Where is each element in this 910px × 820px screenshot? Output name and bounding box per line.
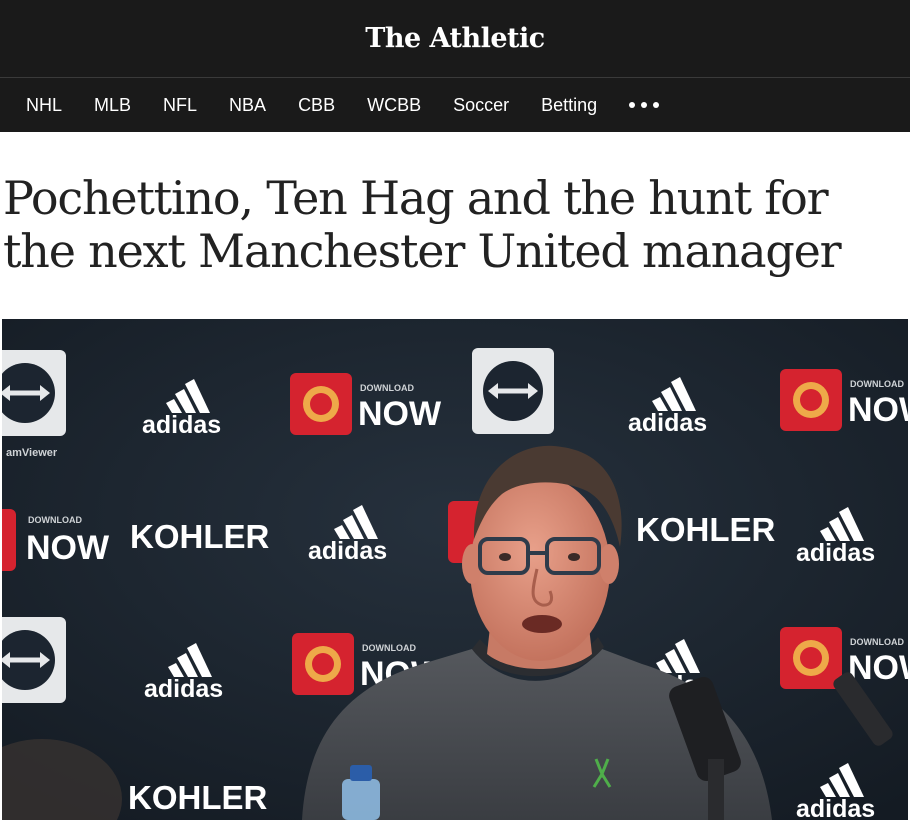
article-headline: Pochettino, Ten Hag and the hunt for the… bbox=[3, 172, 903, 278]
adidas-text: adidas bbox=[308, 537, 387, 565]
adidas-text: adidas bbox=[628, 409, 707, 437]
headline-line-2: the next Manchester United manager bbox=[3, 224, 842, 278]
hero-image: amViewer adidas DOWNLOAD NOW adidas DOWN… bbox=[2, 319, 908, 820]
more-dots-icon[interactable] bbox=[629, 98, 660, 112]
club-badge bbox=[290, 373, 352, 435]
site-header: The Athletic bbox=[0, 0, 910, 77]
teamviewer-logo bbox=[472, 348, 554, 434]
nav-item-mlb[interactable]: MLB bbox=[94, 95, 131, 116]
adidas-text: adidas bbox=[142, 411, 221, 439]
viewer-text: amViewer bbox=[6, 447, 58, 459]
now-text: NOW bbox=[26, 529, 110, 567]
download-text: DOWNLOAD bbox=[362, 643, 416, 653]
club-badge bbox=[292, 633, 354, 695]
download-text: DOWNLOAD bbox=[850, 637, 904, 647]
teamviewer-logo bbox=[2, 350, 66, 436]
now-text: NOW bbox=[848, 391, 908, 429]
nav-item-nhl[interactable]: NHL bbox=[26, 95, 62, 116]
download-text: DOWNLOAD bbox=[28, 515, 82, 525]
site-logo[interactable]: The Athletic bbox=[365, 23, 545, 54]
nav-item-nba[interactable]: NBA bbox=[229, 95, 266, 116]
club-badge bbox=[2, 509, 16, 571]
club-badge bbox=[780, 627, 842, 689]
adidas-text: adidas bbox=[796, 539, 875, 567]
club-badge bbox=[780, 369, 842, 431]
sport-nav: NHL MLB NFL NBA CBB WCBB Soccer Betting bbox=[0, 77, 910, 132]
kohler-text: KOHLER bbox=[128, 779, 268, 816]
nav-item-soccer[interactable]: Soccer bbox=[453, 95, 509, 116]
now-text: NOW bbox=[358, 395, 442, 433]
nav-item-cbb[interactable]: CBB bbox=[298, 95, 335, 116]
download-text: DOWNLOAD bbox=[360, 383, 414, 393]
kohler-text: KOHLER bbox=[636, 511, 776, 548]
nav-item-betting[interactable]: Betting bbox=[541, 95, 597, 116]
headline-line-1: Pochettino, Ten Hag and the hunt for bbox=[3, 171, 829, 225]
adidas-text: adidas bbox=[144, 675, 223, 703]
kohler-text: KOHLER bbox=[130, 518, 270, 555]
nav-item-wcbb[interactable]: WCBB bbox=[367, 95, 421, 116]
nav-item-nfl[interactable]: NFL bbox=[163, 95, 197, 116]
teamviewer-logo bbox=[2, 617, 66, 703]
adidas-text: adidas bbox=[796, 795, 875, 820]
download-text: DOWNLOAD bbox=[850, 379, 904, 389]
